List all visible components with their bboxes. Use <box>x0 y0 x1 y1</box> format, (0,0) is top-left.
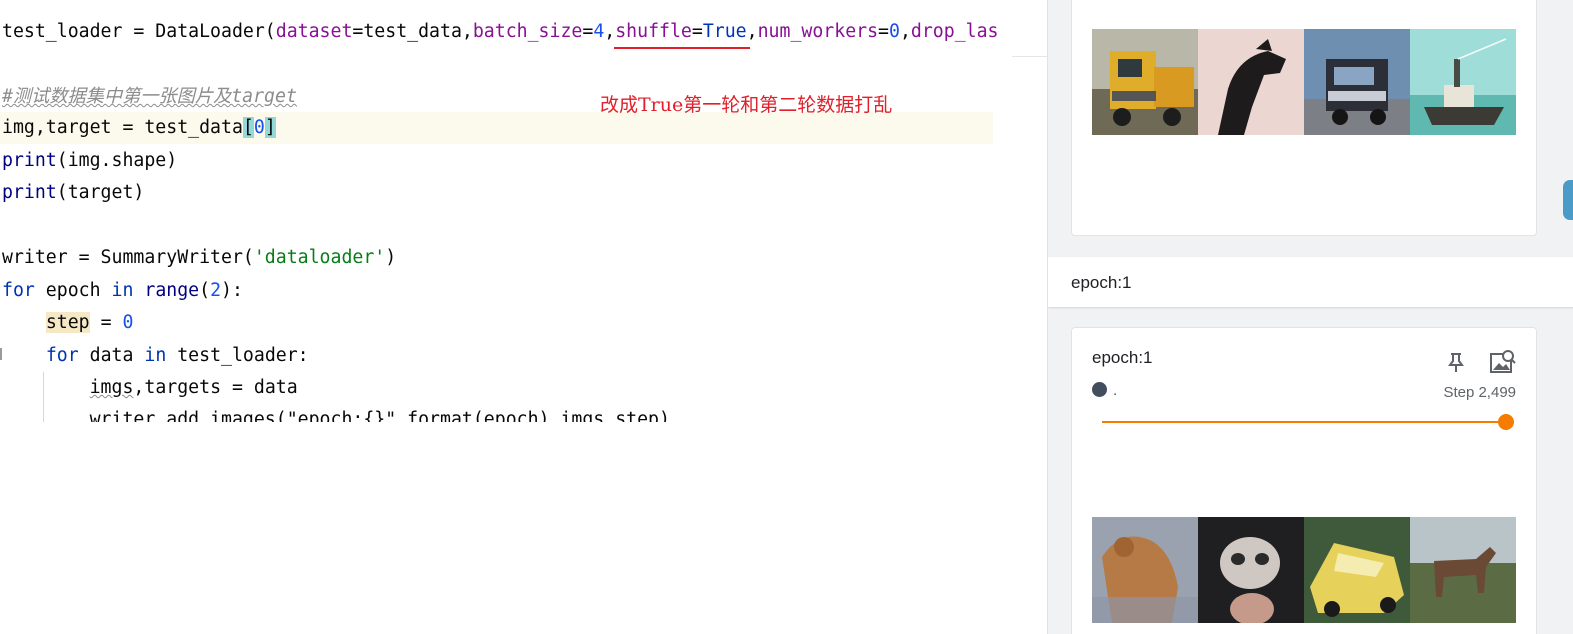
code-text: test_loader: <box>166 345 309 366</box>
divider <box>1012 56 1048 57</box>
step-label: Step 2,499 <box>1443 384 1516 401</box>
code-editor[interactable]: test_loader = DataLoader(dataset=test_da… <box>0 0 1012 422</box>
code-line-7[interactable]: for epoch in range(2): <box>2 275 243 307</box>
code-text: , <box>899 21 911 42</box>
code-line-9[interactable]: for data in test_loader: <box>2 340 309 372</box>
code-line-10[interactable]: imgs,targets = data <box>2 372 298 404</box>
tensorboard-panel[interactable]: epoch:1 epoch:1 . Step 2,499 <box>1047 0 1573 634</box>
step-slider-handle[interactable] <box>1498 414 1514 430</box>
matched-bracket: [ <box>242 117 254 138</box>
code-line-3[interactable]: img,target = test_data[0] <box>2 112 276 144</box>
code-text: epoch <box>34 280 112 301</box>
code-line-4[interactable]: print(img.shape) <box>2 145 177 177</box>
image-strip[interactable] <box>1092 517 1516 623</box>
step-slider-track[interactable] <box>1102 421 1506 423</box>
code-text: = <box>691 21 703 42</box>
annotation-text: 改成True第一轮和第二轮数据打乱 <box>600 94 893 116</box>
code-text: ( <box>199 280 211 301</box>
code-line-1[interactable]: test_loader = DataLoader(dataset=test_da… <box>2 16 999 48</box>
section-title: epoch:1 <box>1071 273 1132 292</box>
run-color-dot <box>1092 382 1107 397</box>
param-shuffle: shuffle <box>615 21 692 42</box>
code-text: data <box>78 345 145 366</box>
code-text: = <box>89 312 123 333</box>
code-line-8[interactable]: step = 0 <box>2 307 133 339</box>
code-line-6[interactable]: writer = SummaryWriter('dataloader') <box>2 242 396 274</box>
image-settings-button[interactable] <box>1488 348 1516 376</box>
keyword-for: for <box>2 280 35 301</box>
builtin-print: print <box>2 182 57 203</box>
sample-image-car <box>1304 517 1410 623</box>
keyword-in: in <box>144 345 167 366</box>
param-dataset: dataset <box>275 21 353 42</box>
code-line-2[interactable]: #测试数据集中第一张图片及target <box>2 81 297 113</box>
number-literal: 4 <box>593 21 605 42</box>
number-literal: 0 <box>889 21 900 42</box>
code-text: = <box>878 21 889 42</box>
variable-imgs: imgs <box>89 377 134 398</box>
keyword-in: in <box>111 280 134 301</box>
pin-icon <box>1448 353 1464 372</box>
card-title: epoch:1 <box>1092 348 1153 367</box>
code-text: (img.shape) <box>56 150 178 171</box>
sample-image-ship <box>1410 29 1516 135</box>
param-batch-size: batch_size <box>472 21 583 42</box>
code-text: (target) <box>56 182 145 203</box>
sample-image-horse <box>1198 29 1304 135</box>
section-header[interactable]: epoch:1 <box>1048 257 1573 307</box>
code-text: ): <box>221 280 243 301</box>
image-search-icon <box>1490 350 1516 373</box>
sample-image-truck <box>1092 29 1198 135</box>
code-text: , <box>604 21 616 42</box>
param-num-workers: num_workers <box>757 21 879 42</box>
code-line-5[interactable]: print(target) <box>2 177 144 209</box>
code-text: test_loader = DataLoader( <box>2 21 276 42</box>
pin-button[interactable] <box>1442 348 1470 376</box>
annotation-underline <box>614 47 750 49</box>
number-literal: 2 <box>210 280 222 301</box>
keyword-true: True <box>702 21 747 42</box>
code-comment: #测试数据集中第一张图片及target <box>2 86 297 107</box>
number-literal: 0 <box>253 117 265 138</box>
variable-step: step <box>45 312 90 333</box>
image-strip[interactable] <box>1092 29 1516 135</box>
code-text: , <box>746 21 758 42</box>
code-text: =test_data, <box>352 21 473 42</box>
keyword-for: for <box>45 345 79 366</box>
code-text: writer = SummaryWriter( <box>2 247 254 268</box>
gutter-marker <box>0 348 2 360</box>
code-text: ,targets = data <box>133 377 298 398</box>
builtin-range: range <box>144 280 200 301</box>
number-literal: 0 <box>122 312 134 333</box>
image-card-epoch-1: epoch:1 . Step 2,499 <box>1071 327 1537 634</box>
side-panel-toggle[interactable] <box>1563 180 1573 220</box>
sample-image-horse-field <box>1410 517 1516 623</box>
image-card-previous <box>1071 0 1537 236</box>
string-literal: 'dataloader' <box>253 247 386 268</box>
indent-guide <box>43 372 44 422</box>
code-area[interactable]: test_loader = DataLoader(dataset=test_da… <box>0 0 1012 422</box>
builtin-print: print <box>2 150 57 171</box>
sample-image-truck-blue <box>1304 29 1410 135</box>
code-text: img,target = test_data <box>2 117 243 138</box>
code-text: = <box>582 21 594 42</box>
code-text: ) <box>385 247 397 268</box>
sample-image-dog <box>1092 517 1198 623</box>
run-label: . <box>1113 382 1118 399</box>
param-drop-last: drop_las <box>910 21 999 42</box>
matched-bracket: ] <box>264 117 276 138</box>
code-line-11[interactable]: writer.add_images("epoch:{}".format(epoc… <box>2 404 670 422</box>
sample-image-puppy <box>1198 517 1304 623</box>
code-text: writer.add_images("epoch:{}".format(epoc… <box>2 409 670 422</box>
